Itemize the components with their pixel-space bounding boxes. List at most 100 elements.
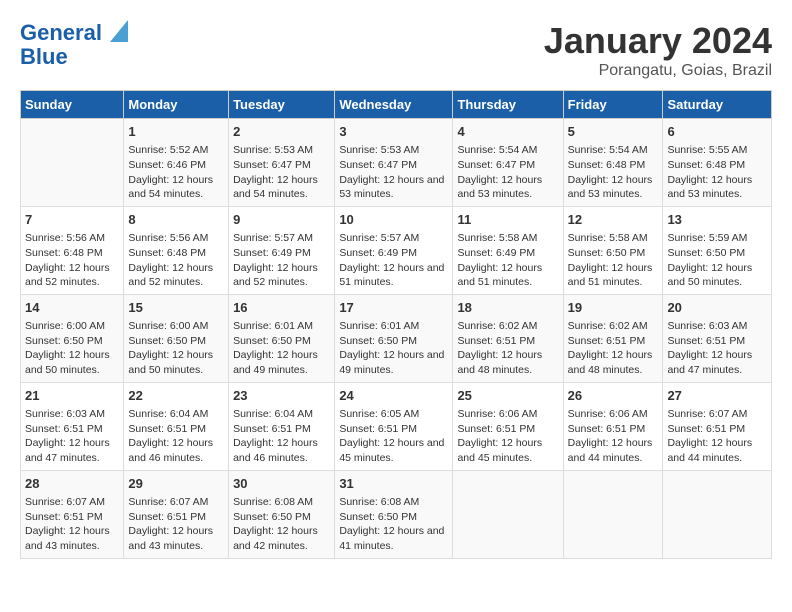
day-number: 3 [339,123,448,141]
calendar-cell: 16Sunrise: 6:01 AMSunset: 6:50 PMDayligh… [229,294,335,382]
sunrise-text: Sunrise: 6:04 AM [128,407,224,422]
daylight-text: Daylight: 12 hours and 53 minutes. [457,173,558,202]
day-number: 1 [128,123,224,141]
day-number: 2 [233,123,330,141]
day-number: 14 [25,299,119,317]
day-number: 27 [667,387,767,405]
calendar-cell [21,119,124,207]
daylight-text: Daylight: 12 hours and 52 minutes. [128,261,224,290]
daylight-text: Daylight: 12 hours and 51 minutes. [568,261,659,290]
sunrise-text: Sunrise: 5:53 AM [339,143,448,158]
sunrise-text: Sunrise: 6:01 AM [233,319,330,334]
day-number: 29 [128,475,224,493]
daylight-text: Daylight: 12 hours and 50 minutes. [128,348,224,377]
sunset-text: Sunset: 6:51 PM [128,510,224,525]
sunrise-text: Sunrise: 5:53 AM [233,143,330,158]
sunset-text: Sunset: 6:51 PM [568,334,659,349]
daylight-text: Daylight: 12 hours and 46 minutes. [233,436,330,465]
day-number: 10 [339,211,448,229]
calendar-cell: 20Sunrise: 6:03 AMSunset: 6:51 PMDayligh… [663,294,772,382]
sunrise-text: Sunrise: 5:55 AM [667,143,767,158]
daylight-text: Daylight: 12 hours and 45 minutes. [339,436,448,465]
daylight-text: Daylight: 12 hours and 42 minutes. [233,524,330,553]
calendar-week-row: 28Sunrise: 6:07 AMSunset: 6:51 PMDayligh… [21,470,772,558]
sunset-text: Sunset: 6:48 PM [667,158,767,173]
day-number: 9 [233,211,330,229]
sunset-text: Sunset: 6:47 PM [457,158,558,173]
calendar-cell: 21Sunrise: 6:03 AMSunset: 6:51 PMDayligh… [21,382,124,470]
weekday-header-row: SundayMondayTuesdayWednesdayThursdayFrid… [21,91,772,119]
sunset-text: Sunset: 6:50 PM [667,246,767,261]
sunset-text: Sunset: 6:50 PM [25,334,119,349]
day-number: 13 [667,211,767,229]
calendar-cell: 15Sunrise: 6:00 AMSunset: 6:50 PMDayligh… [124,294,229,382]
sunrise-text: Sunrise: 5:58 AM [457,231,558,246]
calendar-cell: 31Sunrise: 6:08 AMSunset: 6:50 PMDayligh… [335,470,453,558]
day-number: 26 [568,387,659,405]
sunrise-text: Sunrise: 6:08 AM [233,495,330,510]
calendar-cell: 11 Sunrise: 5:58 AMSunset: 6:49 PMDayligh… [453,206,563,294]
day-number: 11 [457,211,558,229]
sunset-text: Sunset: 6:48 PM [128,246,224,261]
sunrise-text: Sunrise: 6:07 AM [128,495,224,510]
sunrise-text: Sunrise: 5:56 AM [25,231,119,246]
page-subtitle: Porangatu, Goias, Brazil [544,62,772,80]
calendar-cell: 10Sunrise: 5:57 AMSunset: 6:49 PMDayligh… [335,206,453,294]
calendar-cell: 13Sunrise: 5:59 AMSunset: 6:50 PMDayligh… [663,206,772,294]
sunrise-text: Sunrise: 6:07 AM [25,495,119,510]
sunset-text: Sunset: 6:51 PM [568,422,659,437]
sunset-text: Sunset: 6:50 PM [339,510,448,525]
calendar-table: SundayMondayTuesdayWednesdayThursdayFrid… [20,90,772,559]
daylight-text: Daylight: 12 hours and 47 minutes. [667,348,767,377]
sunrise-text: Sunrise: 6:01 AM [339,319,448,334]
sunset-text: Sunset: 6:49 PM [457,246,558,261]
page-header: General Blue January 2024 Porangatu, Goi… [20,20,772,80]
sunset-text: Sunset: 6:47 PM [339,158,448,173]
sunset-text: Sunset: 6:50 PM [128,334,224,349]
sunset-text: Sunset: 6:47 PM [233,158,330,173]
daylight-text: Daylight: 12 hours and 45 minutes. [457,436,558,465]
sunrise-text: Sunrise: 6:05 AM [339,407,448,422]
daylight-text: Daylight: 12 hours and 52 minutes. [233,261,330,290]
sunrise-text: Sunrise: 5:57 AM [339,231,448,246]
calendar-week-row: 7Sunrise: 5:56 AMSunset: 6:48 PMDaylight… [21,206,772,294]
calendar-cell [663,470,772,558]
daylight-text: Daylight: 12 hours and 48 minutes. [457,348,558,377]
sunset-text: Sunset: 6:50 PM [233,510,330,525]
sunrise-text: Sunrise: 5:56 AM [128,231,224,246]
day-number: 19 [568,299,659,317]
day-number: 22 [128,387,224,405]
day-number: 8 [128,211,224,229]
sunrise-text: Sunrise: 6:06 AM [568,407,659,422]
sunrise-text: Sunrise: 6:04 AM [233,407,330,422]
day-number: 24 [339,387,448,405]
sunset-text: Sunset: 6:48 PM [25,246,119,261]
day-number: 23 [233,387,330,405]
calendar-cell: 27Sunrise: 6:07 AMSunset: 6:51 PMDayligh… [663,382,772,470]
day-number: 12 [568,211,659,229]
daylight-text: Daylight: 12 hours and 41 minutes. [339,524,448,553]
sunrise-text: Sunrise: 5:54 AM [457,143,558,158]
calendar-cell: 6Sunrise: 5:55 AMSunset: 6:48 PMDaylight… [663,119,772,207]
calendar-cell: 26Sunrise: 6:06 AMSunset: 6:51 PMDayligh… [563,382,663,470]
sunrise-text: Sunrise: 5:57 AM [233,231,330,246]
weekday-header: Thursday [453,91,563,119]
daylight-text: Daylight: 12 hours and 52 minutes. [25,261,119,290]
calendar-cell: 8 Sunrise: 5:56 AMSunset: 6:48 PMDaylight… [124,206,229,294]
sunrise-text: Sunrise: 6:02 AM [568,319,659,334]
logo: General Blue [20,20,128,70]
calendar-cell: 25Sunrise: 6:06 AMSunset: 6:51 PMDayligh… [453,382,563,470]
sunset-text: Sunset: 6:51 PM [25,510,119,525]
daylight-text: Daylight: 12 hours and 53 minutes. [568,173,659,202]
day-number: 21 [25,387,119,405]
sunset-text: Sunset: 6:51 PM [457,422,558,437]
sunrise-text: Sunrise: 5:58 AM [568,231,659,246]
calendar-cell: 22Sunrise: 6:04 AMSunset: 6:51 PMDayligh… [124,382,229,470]
calendar-cell [453,470,563,558]
day-number: 20 [667,299,767,317]
daylight-text: Daylight: 12 hours and 51 minutes. [457,261,558,290]
calendar-cell: 5Sunrise: 5:54 AMSunset: 6:48 PMDaylight… [563,119,663,207]
calendar-cell: 12 Sunrise: 5:58 AMSunset: 6:50 PMDayligh… [563,206,663,294]
daylight-text: Daylight: 12 hours and 44 minutes. [667,436,767,465]
sunset-text: Sunset: 6:50 PM [568,246,659,261]
